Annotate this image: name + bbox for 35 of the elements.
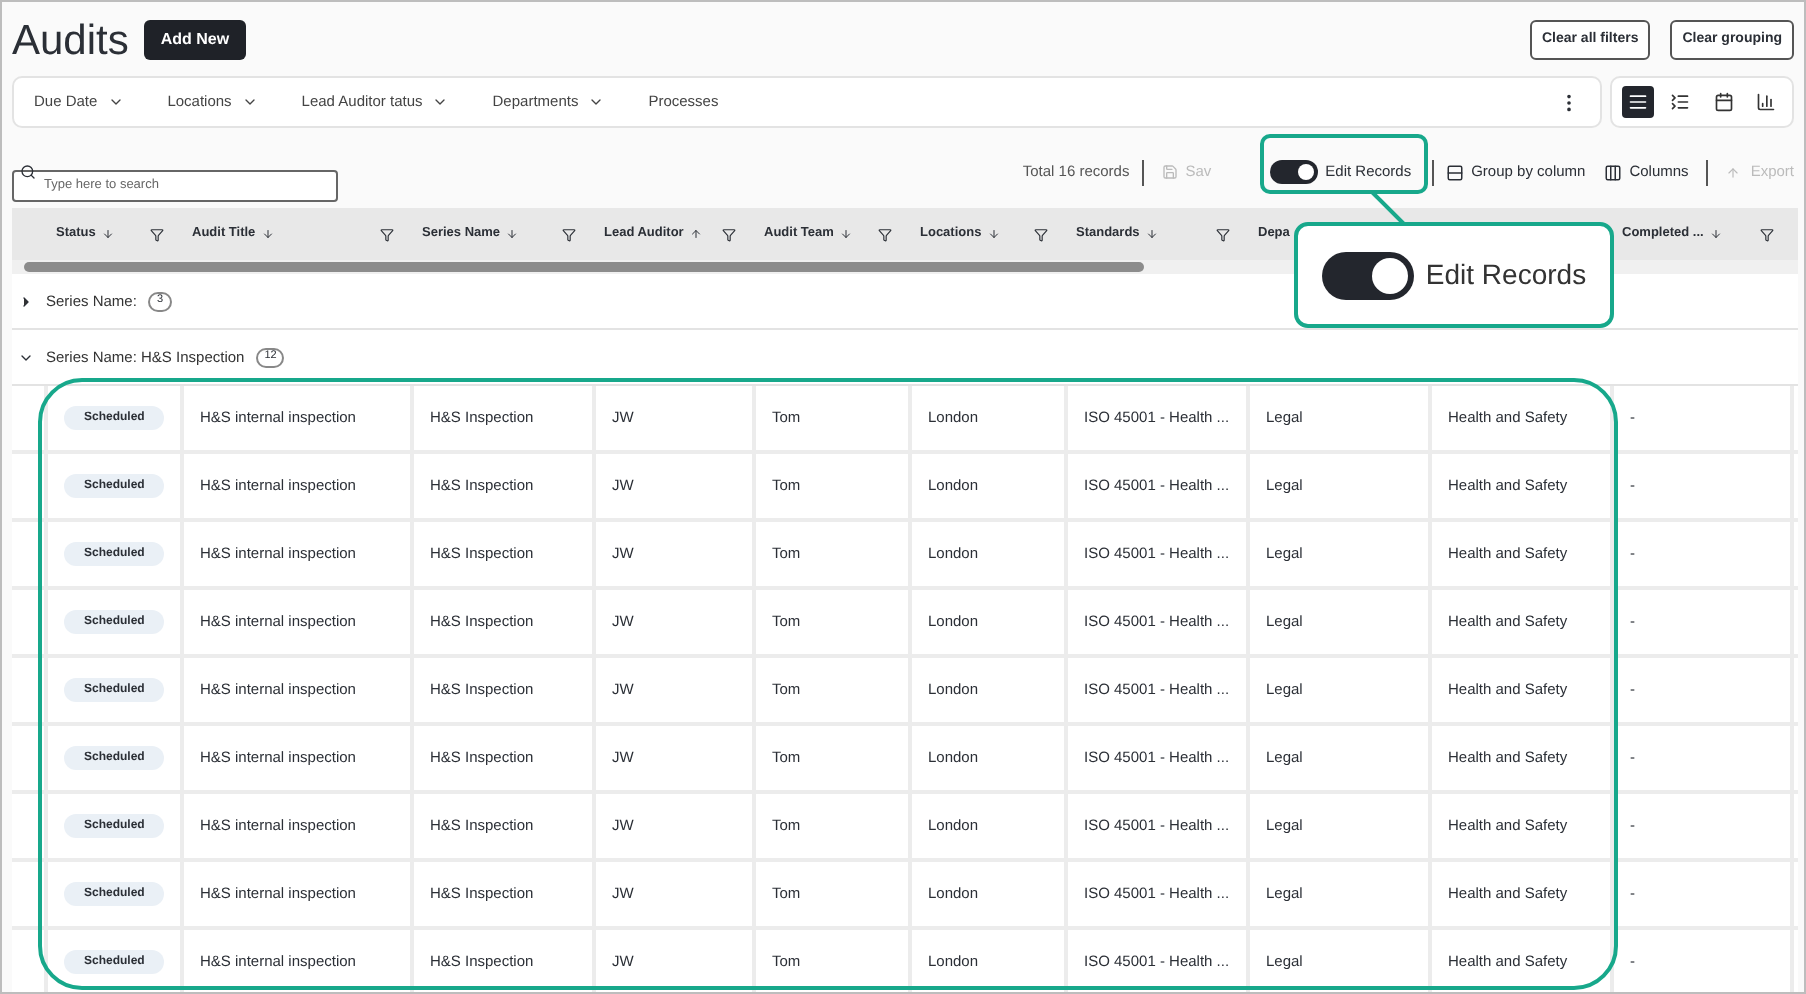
- sort-down-icon[interactable]: [261, 228, 274, 240]
- sort-down-icon[interactable]: [1145, 228, 1158, 240]
- page-title: Audits: [12, 19, 129, 61]
- filter-icon[interactable]: [380, 227, 394, 241]
- toggle-switch[interactable]: [1269, 160, 1318, 184]
- sort-down-icon[interactable]: [506, 228, 519, 240]
- filter-icon[interactable]: [562, 227, 576, 241]
- sort-down-icon[interactable]: [987, 228, 1000, 240]
- chevron-down-icon: [432, 94, 449, 110]
- rows-icon: [1445, 163, 1464, 181]
- filter-icon[interactable]: [150, 227, 164, 241]
- columns-icon: [1603, 163, 1622, 181]
- search-icon: [20, 164, 36, 180]
- sort-down-icon[interactable]: [839, 228, 852, 240]
- list-view-icon: [1627, 92, 1648, 112]
- arrow-up-icon: [1726, 165, 1741, 179]
- sort-down-icon[interactable]: [101, 228, 114, 240]
- filter-icon[interactable]: [1760, 227, 1774, 241]
- add-new-button[interactable]: Add New: [144, 20, 246, 60]
- toggle-switch[interactable]: [1321, 251, 1414, 299]
- calendar-view-icon: [1713, 92, 1734, 112]
- sort-down-icon[interactable]: [1709, 228, 1722, 240]
- chevron-down-icon: [107, 94, 124, 110]
- list-view-button[interactable]: [1621, 86, 1654, 118]
- chevron-down-icon: [241, 94, 258, 110]
- chevron-right-icon: [18, 293, 34, 309]
- sort-up-icon[interactable]: [689, 228, 702, 240]
- chevron-down-icon: [588, 94, 605, 110]
- filter-icon[interactable]: [1034, 227, 1048, 241]
- board-view-icon: [1670, 92, 1691, 112]
- filter-icon[interactable]: [722, 227, 736, 241]
- filter-icon[interactable]: [1216, 227, 1230, 241]
- filter-icon[interactable]: [878, 227, 892, 241]
- save-icon: [1161, 164, 1178, 180]
- chart-view-icon: [1756, 92, 1777, 112]
